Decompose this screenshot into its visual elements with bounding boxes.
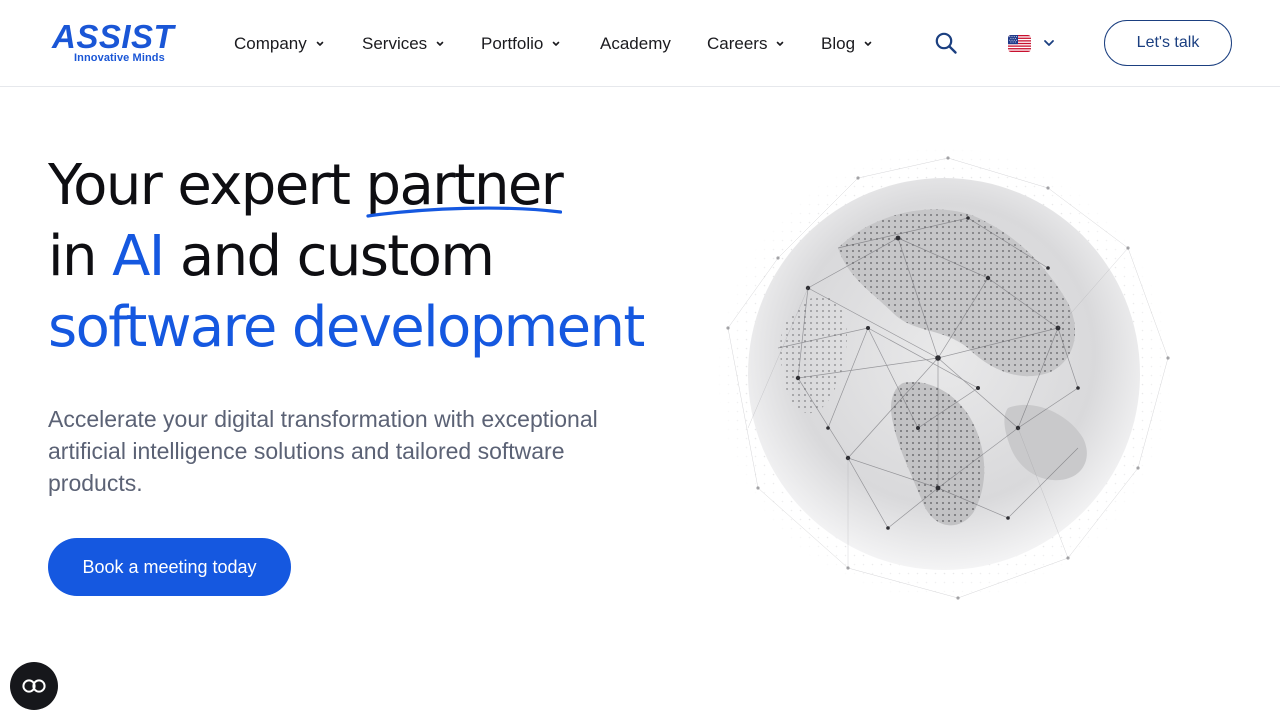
nav-item-academy[interactable]: Academy: [600, 31, 671, 57]
hero-title-segment: and custom: [163, 224, 495, 289]
hero-title: Your expert partner in AI and custom sof…: [48, 150, 688, 363]
wireframe-globe-image: [688, 128, 1200, 620]
hero-title-ai: AI: [112, 224, 165, 289]
nav-label: Careers: [707, 34, 768, 53]
accessibility-icon: [22, 679, 46, 693]
hero-title-segment: in: [48, 224, 113, 289]
nav-item-services[interactable]: Services: [362, 31, 445, 57]
nav-item-portfolio[interactable]: Portfolio: [481, 31, 561, 57]
chevron-down-icon: [316, 41, 324, 46]
chevron-down-icon: [864, 41, 872, 46]
book-meeting-button[interactable]: Book a meeting today: [48, 538, 291, 596]
hero-title-partner: partner: [365, 150, 564, 221]
logo-tagline: Innovative Minds: [74, 52, 165, 64]
accessibility-button[interactable]: [10, 662, 58, 710]
nav-label: Portfolio: [481, 34, 544, 53]
logo-wordmark: ASSIST: [52, 18, 175, 55]
nav-item-company[interactable]: Company: [234, 31, 325, 57]
nav-label: Services: [362, 34, 428, 53]
hero-subtitle: Accelerate your digital transformation w…: [48, 406, 598, 496]
search-icon[interactable]: [934, 31, 958, 55]
chevron-down-icon: [1044, 40, 1054, 46]
site-header: ASSIST Innovative Minds Company Services…: [0, 0, 1280, 87]
underline-swoosh: [365, 206, 562, 218]
nav-label: Company: [234, 34, 307, 53]
nav-label: Blog: [821, 34, 856, 53]
hero-title-segment: Your expert: [48, 153, 366, 218]
logo[interactable]: ASSIST Innovative Minds: [52, 20, 182, 66]
chevron-down-icon: [777, 41, 784, 46]
chevron-down-icon: [553, 41, 560, 46]
us-flag-icon: [1008, 34, 1031, 52]
chevron-down-icon: [436, 41, 444, 46]
hero-title-line3: software development: [48, 295, 645, 360]
language-selector[interactable]: [1008, 33, 1055, 53]
lets-talk-button[interactable]: Let's talk: [1104, 20, 1232, 66]
nav-item-blog[interactable]: Blog: [821, 31, 873, 57]
nav-item-careers[interactable]: Careers: [707, 31, 785, 57]
nav-label: Academy: [600, 34, 671, 53]
